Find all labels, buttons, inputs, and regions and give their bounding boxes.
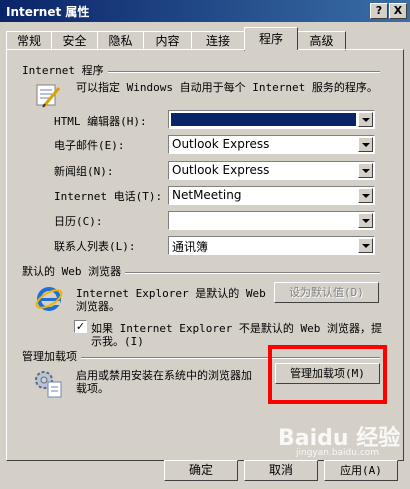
window-title: Internet 属性 bbox=[6, 5, 90, 19]
newsgroups-select[interactable]: Outlook Express bbox=[168, 161, 375, 180]
chevron-down-icon[interactable] bbox=[358, 238, 373, 253]
programs-icon bbox=[36, 84, 61, 108]
browser-text-2: 浏览器。 bbox=[76, 300, 120, 313]
chevron-down-icon[interactable] bbox=[358, 163, 373, 178]
highlight-annotation bbox=[268, 345, 387, 404]
calendar-select[interactable] bbox=[168, 211, 375, 230]
set-default-button[interactable]: 设为默认值(D) bbox=[274, 282, 379, 303]
help-button[interactable]: ? bbox=[370, 3, 388, 19]
browser-group-title: 默认的 Web 浏览器 bbox=[22, 263, 126, 279]
internet-phone-select[interactable]: NetMeeting bbox=[168, 186, 375, 205]
tab-privacy[interactable]: 隐私 bbox=[97, 31, 144, 51]
internet-explorer-icon bbox=[35, 287, 63, 311]
apply-button[interactable]: 应用(A) bbox=[324, 460, 398, 481]
tab-programs[interactable]: 程序 bbox=[244, 27, 298, 50]
addons-icon bbox=[35, 371, 62, 398]
email-label: 电子邮件(E): bbox=[54, 139, 125, 152]
tab-advanced[interactable]: 高级 bbox=[297, 31, 346, 51]
addons-group-title: 管理加载项 bbox=[22, 348, 81, 364]
close-button[interactable]: X bbox=[389, 3, 407, 19]
cancel-button[interactable]: 取消 bbox=[244, 460, 318, 481]
watermark-url: jingyan.baidu.com bbox=[296, 448, 380, 458]
ok-button[interactable]: 确定 bbox=[164, 460, 238, 481]
tab-security[interactable]: 安全 bbox=[51, 31, 98, 51]
chevron-down-icon[interactable] bbox=[358, 188, 373, 203]
contacts-label: 联系人列表(L): bbox=[54, 240, 136, 253]
tab-connections[interactable]: 连接 bbox=[191, 31, 245, 51]
html-editor-select[interactable] bbox=[168, 110, 375, 129]
email-select[interactable]: Outlook Express bbox=[168, 135, 375, 154]
calendar-label: 日历(C): bbox=[54, 215, 103, 228]
addons-text-2: 载项。 bbox=[76, 382, 109, 395]
chevron-down-icon[interactable] bbox=[358, 137, 373, 152]
chevron-down-icon[interactable] bbox=[358, 112, 373, 127]
prompt-default-checkbox[interactable]: ✓ bbox=[74, 320, 87, 333]
html-editor-label: HTML 编辑器(H): bbox=[54, 115, 147, 128]
tab-general[interactable]: 常规 bbox=[6, 31, 52, 51]
programs-description: 可以指定 Windows 自动用于每个 Internet 服务的程序。 bbox=[76, 81, 378, 94]
internet-phone-label: Internet 电话(T): bbox=[54, 190, 163, 203]
newsgroups-label: 新闻组(N): bbox=[54, 165, 114, 178]
title-bar: Internet 属性 ? X bbox=[0, 0, 410, 22]
contacts-select[interactable]: 通讯簿 bbox=[168, 236, 375, 255]
checkbox-label-2: 示我。(I) bbox=[91, 335, 144, 348]
tab-content[interactable]: 内容 bbox=[143, 31, 192, 51]
chevron-down-icon[interactable] bbox=[358, 213, 373, 228]
programs-group-title: Internet 程序 bbox=[22, 62, 108, 78]
